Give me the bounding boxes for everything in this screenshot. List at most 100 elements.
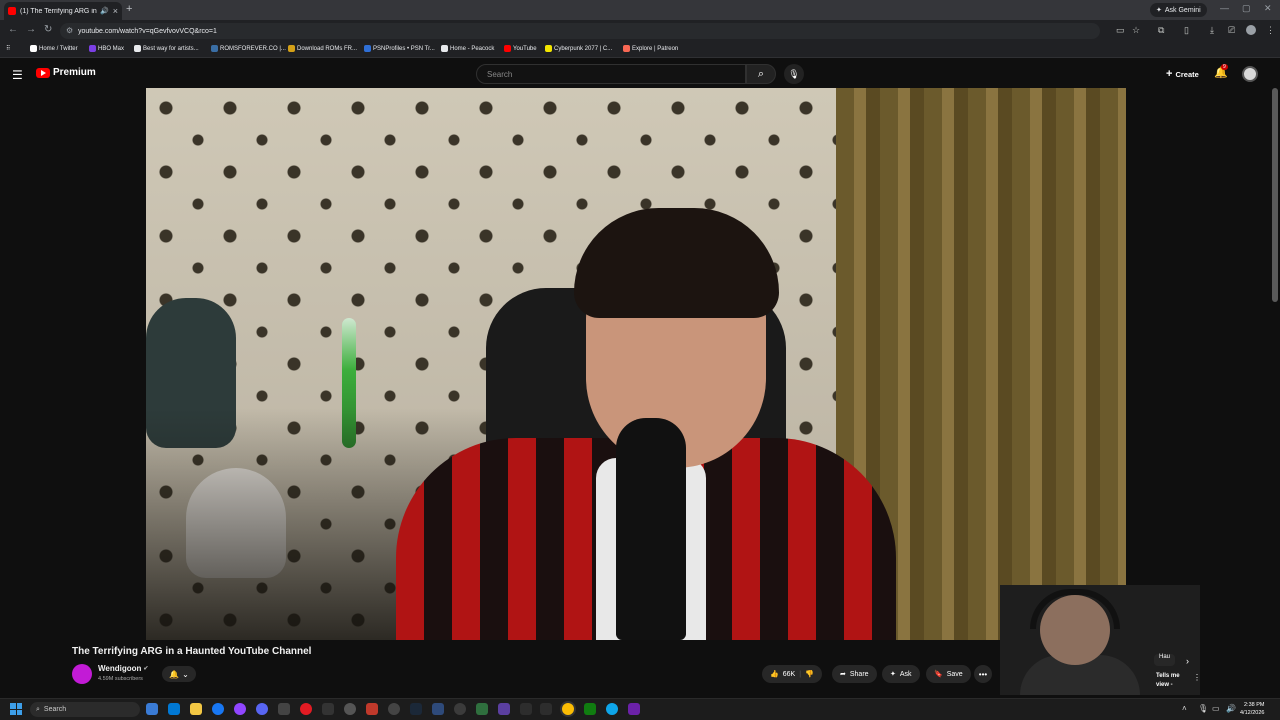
browser-tab-youtube[interactable]: (1) The Terrifying ARG in a H 🔊 × bbox=[4, 2, 122, 20]
back-arrow-icon[interactable]: ← bbox=[8, 24, 18, 35]
discord-icon[interactable] bbox=[256, 703, 268, 715]
chrome-icon[interactable] bbox=[562, 703, 574, 715]
ask-gemini-label: Ask Gemini bbox=[1164, 6, 1201, 14]
browser-tab-strip: (1) The Terrifying ARG in a H 🔊 × + ✦ As… bbox=[0, 0, 1280, 20]
bookmark-star-icon[interactable]: ☆ bbox=[1132, 25, 1140, 36]
address-bar[interactable]: ⚙ youtube.com/watch?v=qGevfvovVCQ&rco=1 bbox=[60, 23, 1100, 39]
apps-grid-icon[interactable]: ⠿ bbox=[6, 45, 10, 52]
microphone-icon[interactable]: 🎙 bbox=[1198, 704, 1208, 713]
browser-menu-icon[interactable]: ⋮ bbox=[1266, 25, 1275, 36]
new-tab-button[interactable]: + bbox=[126, 3, 132, 15]
share-arrow-icon: ➦ bbox=[840, 671, 846, 678]
window-close-icon[interactable]: ✕ bbox=[1264, 3, 1272, 14]
like-button[interactable]: 👍 66K | 👎 bbox=[762, 665, 822, 683]
taskbar-app-icon[interactable] bbox=[520, 703, 532, 715]
tab-close-icon[interactable]: × bbox=[113, 6, 118, 16]
account-avatar[interactable] bbox=[1242, 66, 1258, 82]
bookmark-item[interactable]: ROMSFOREVER.CO |... bbox=[211, 45, 286, 52]
channel-name-link[interactable]: Wendigoon ✔ bbox=[98, 664, 148, 673]
bookmark-item[interactable]: PSNProfiles • PSN Tr... bbox=[364, 45, 435, 52]
bookmark-favicon-icon bbox=[211, 45, 218, 52]
ask-button[interactable]: ✦ Ask bbox=[882, 665, 920, 683]
bookmark-item[interactable]: Download ROMs FR... bbox=[288, 45, 357, 52]
taskbar-app-icon[interactable] bbox=[498, 703, 510, 715]
create-button[interactable]: + Create bbox=[1160, 66, 1205, 82]
forward-arrow-icon[interactable]: → bbox=[26, 24, 36, 35]
taskbar-app-icon[interactable] bbox=[454, 703, 466, 715]
ask-gemini-button[interactable]: ✦ Ask Gemini bbox=[1150, 3, 1207, 17]
taskbar-app-icon[interactable] bbox=[168, 703, 180, 715]
minimize-icon[interactable]: — bbox=[1220, 3, 1229, 13]
notifications-button[interactable]: 🔔 9 bbox=[1214, 64, 1228, 79]
youtube-premium-logo[interactable]: Premium bbox=[36, 67, 96, 78]
site-info-icon[interactable]: ⚙ bbox=[66, 26, 73, 35]
tab-title: (1) The Terrifying ARG in a H bbox=[20, 7, 97, 15]
tray-chevron-up-icon[interactable]: ˄ bbox=[1182, 704, 1187, 713]
taskbar-search-label: Search bbox=[43, 706, 67, 713]
cast-icon[interactable]: ⎚ bbox=[1228, 25, 1235, 36]
taskbar-app-icon[interactable] bbox=[628, 703, 640, 715]
downloads-icon[interactable]: ⤓ bbox=[1210, 25, 1214, 36]
bookmark-favicon-icon bbox=[134, 45, 141, 52]
facebook-icon[interactable] bbox=[212, 703, 224, 715]
save-group: 🔖 Save bbox=[926, 665, 971, 683]
vertical-dots-icon[interactable]: ⋮ bbox=[1193, 673, 1201, 682]
taskbar-search-box[interactable]: ⌕ Search bbox=[30, 702, 140, 717]
bookmark-item[interactable]: Home / Twitter bbox=[30, 45, 78, 52]
taskbar-app-icon[interactable] bbox=[366, 703, 378, 715]
taskbar-app-icon[interactable] bbox=[146, 703, 158, 715]
windows-start-icon[interactable] bbox=[10, 703, 22, 715]
bookmark-item[interactable]: Home - Peacock bbox=[441, 45, 494, 52]
voice-search-button[interactable]: 🎙 bbox=[784, 64, 804, 84]
share-label: Share bbox=[849, 670, 869, 678]
ask-group: ✦ Ask bbox=[882, 665, 920, 683]
hamburger-menu-icon[interactable]: ☰ bbox=[12, 68, 23, 82]
thumbs-down-icon[interactable]: 👎 bbox=[805, 670, 814, 678]
more-actions-button[interactable]: ••• bbox=[974, 665, 992, 683]
recommended-video-title[interactable]: Tells me view - bbox=[1156, 672, 1180, 690]
taskbar-app-icon[interactable] bbox=[432, 703, 444, 715]
save-button[interactable]: 🔖 Save bbox=[926, 665, 971, 683]
maximize-icon[interactable]: ▢ bbox=[1242, 3, 1251, 14]
install-app-icon[interactable]: ▭ bbox=[1116, 25, 1125, 36]
bookmark-item[interactable]: Best way for artists... bbox=[134, 45, 199, 52]
taskbar-app-icon[interactable] bbox=[344, 703, 356, 715]
file-explorer-icon[interactable] bbox=[190, 703, 202, 715]
side-panel-icon[interactable]: ▯ bbox=[1184, 25, 1189, 36]
video-title: The Terrifying ARG in a Haunted YouTube … bbox=[72, 646, 312, 657]
chevron-right-icon[interactable]: › bbox=[1186, 656, 1189, 666]
reload-icon[interactable]: ↻ bbox=[44, 24, 52, 35]
taskbar-app-icon[interactable] bbox=[322, 703, 334, 715]
filter-chip[interactable]: Hau bbox=[1154, 654, 1176, 666]
bookmark-item[interactable]: HBO Max bbox=[89, 45, 124, 52]
channel-avatar[interactable] bbox=[72, 664, 92, 684]
profile-avatar-icon[interactable] bbox=[1246, 25, 1256, 35]
bookmark-item[interactable]: YouTube bbox=[504, 45, 537, 52]
bookmark-favicon-icon bbox=[89, 45, 96, 52]
windows-taskbar: ⌕ Search ˄ 🎙 ▭ 🔊 2:38 PM 4/12/2026 bbox=[0, 698, 1280, 720]
taskbar-app-icon[interactable] bbox=[234, 703, 246, 715]
search-button[interactable]: ⌕ bbox=[746, 64, 776, 84]
bookmark-favicon-icon bbox=[30, 45, 37, 52]
taskbar-app-icon[interactable] bbox=[300, 703, 312, 715]
taskbar-app-icon[interactable] bbox=[278, 703, 290, 715]
volume-icon[interactable]: 🔊 bbox=[1226, 704, 1236, 713]
video-player[interactable] bbox=[146, 88, 1126, 640]
taskbar-app-icon[interactable] bbox=[476, 703, 488, 715]
bookmark-item[interactable]: Explore | Patreon bbox=[623, 45, 678, 52]
system-clock[interactable]: 2:38 PM 4/12/2026 bbox=[1240, 701, 1264, 717]
page-scrollbar[interactable] bbox=[1272, 88, 1278, 302]
steam-icon[interactable] bbox=[410, 703, 422, 715]
extensions-icon[interactable]: ⧉ bbox=[1158, 25, 1164, 36]
xbox-icon[interactable] bbox=[584, 703, 596, 715]
network-icon[interactable]: ▭ bbox=[1212, 704, 1220, 713]
share-button[interactable]: ➦ Share bbox=[832, 665, 877, 683]
taskbar-app-icon[interactable] bbox=[388, 703, 400, 715]
ellipsis-icon: ••• bbox=[978, 669, 988, 679]
search-input[interactable]: Search bbox=[476, 64, 746, 84]
taskbar-app-icon[interactable] bbox=[540, 703, 552, 715]
edge-icon[interactable] bbox=[606, 703, 618, 715]
bookmark-item[interactable]: Cyberpunk 2077 | C... bbox=[545, 45, 612, 52]
subscription-notifications-button[interactable]: 🔔 ⌄ bbox=[162, 666, 196, 682]
plus-icon: + bbox=[1166, 68, 1173, 80]
